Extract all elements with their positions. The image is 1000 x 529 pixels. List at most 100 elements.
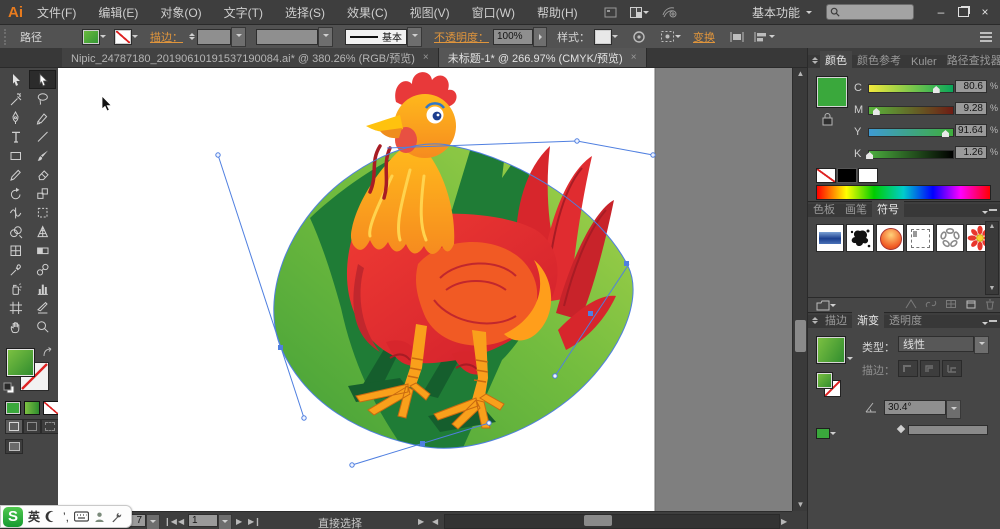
fill-proxy-gradient[interactable] bbox=[6, 348, 35, 377]
restore-button[interactable] bbox=[952, 4, 974, 20]
gradient-stop-swatch[interactable] bbox=[816, 428, 836, 439]
channel-value-field[interactable]: 80.6 bbox=[955, 80, 987, 93]
symbols-scrollbar[interactable]: ▲ ▼ bbox=[985, 221, 999, 295]
sogou-logo[interactable]: S bbox=[3, 506, 23, 527]
perspective-grid-tool[interactable] bbox=[29, 222, 56, 241]
zoom-tool[interactable] bbox=[29, 317, 56, 336]
channel-value-field[interactable]: 91.64 bbox=[955, 124, 987, 137]
rectangle-tool[interactable] bbox=[2, 146, 29, 165]
fill-caret-icon[interactable] bbox=[100, 35, 106, 41]
menu-item-1[interactable]: 编辑(E) bbox=[98, 4, 138, 21]
line-segment-tool[interactable] bbox=[29, 127, 56, 146]
menu-item-7[interactable]: 窗口(W) bbox=[472, 4, 515, 21]
gradient-slider[interactable] bbox=[908, 425, 988, 435]
channel-slider-track[interactable] bbox=[868, 150, 954, 159]
menu-item-5[interactable]: 效果(C) bbox=[347, 4, 388, 21]
symbol-item-gray-wreath[interactable] bbox=[936, 224, 964, 252]
white-swatch[interactable] bbox=[858, 168, 878, 183]
channel-slider-track[interactable] bbox=[868, 106, 954, 115]
bridge-icon[interactable] bbox=[604, 6, 617, 19]
swap-fill-stroke-icon[interactable] bbox=[41, 346, 54, 364]
brush-definition-caret[interactable] bbox=[407, 26, 422, 47]
tab-close-icon[interactable]: × bbox=[423, 52, 429, 63]
gradient-type-select[interactable]: 线性 bbox=[898, 336, 974, 352]
prev-artboard-icon[interactable]: ◀ bbox=[178, 517, 184, 526]
align-horizontal-icon[interactable] bbox=[729, 31, 745, 43]
next-artboard-icon[interactable]: ▶ bbox=[236, 517, 242, 526]
stroke-panel-link[interactable]: 描边： bbox=[150, 29, 183, 45]
gradient-tool[interactable] bbox=[29, 241, 56, 260]
draw-normal-button[interactable] bbox=[5, 419, 23, 434]
symbols-scroll-down-icon[interactable]: ▼ bbox=[986, 284, 998, 294]
channel-value-field[interactable]: 1.26 bbox=[955, 146, 987, 159]
ime-punctuation-toggle[interactable]: ’, bbox=[63, 510, 69, 524]
screen-mode-button[interactable] bbox=[5, 439, 23, 454]
symbols-scroll-up-icon[interactable]: ▲ bbox=[986, 222, 998, 232]
align-options-icon[interactable] bbox=[753, 31, 775, 43]
gradient-panel-tab-0[interactable]: 描边 bbox=[820, 311, 852, 329]
pen-tool[interactable] bbox=[2, 108, 29, 127]
style-swatch[interactable] bbox=[594, 28, 612, 45]
width-profile-field[interactable] bbox=[256, 28, 318, 45]
none-mode-button[interactable] bbox=[43, 401, 59, 415]
ime-user-icon[interactable] bbox=[94, 511, 105, 523]
stroke-within-icon[interactable] bbox=[898, 360, 918, 377]
last-artboard-icon[interactable]: ▶❙ bbox=[248, 517, 261, 526]
gradient-angle-caret[interactable] bbox=[946, 400, 961, 419]
eyedropper-tool[interactable] bbox=[2, 260, 29, 279]
tab-close-icon[interactable]: × bbox=[631, 52, 637, 63]
gradient-preview-swatch[interactable] bbox=[816, 336, 846, 364]
rotate-tool[interactable] bbox=[2, 184, 29, 203]
symbol-item-orange-orb[interactable] bbox=[876, 224, 904, 252]
hscroll-right-icon[interactable]: ▶ bbox=[781, 517, 787, 526]
opacity-link[interactable]: 不透明度： bbox=[434, 29, 489, 45]
free-transform-tool[interactable] bbox=[29, 203, 56, 222]
gradient-angle-field[interactable]: 30.4° bbox=[884, 400, 946, 415]
mesh-tool[interactable] bbox=[2, 241, 29, 260]
magic-wand-tool[interactable] bbox=[2, 89, 29, 108]
new-symbol-icon[interactable] bbox=[965, 299, 977, 312]
minimize-button[interactable]: – bbox=[930, 4, 952, 20]
default-fill-stroke-icon[interactable] bbox=[3, 381, 15, 399]
gradient-preset-caret[interactable] bbox=[847, 357, 853, 363]
pencil-tool[interactable] bbox=[2, 165, 29, 184]
scale-tool[interactable] bbox=[29, 184, 56, 203]
arrange-documents-icon[interactable] bbox=[629, 6, 649, 19]
gradient-panel-tab-1[interactable]: 渐变 bbox=[852, 311, 884, 329]
paintbrush-tool[interactable] bbox=[29, 146, 56, 165]
ime-keyboard-icon[interactable] bbox=[74, 511, 90, 522]
document-tab[interactable]: Nipic_24787180_20190610191537190084.ai* … bbox=[62, 48, 439, 67]
gradient-midpoint-icon[interactable] bbox=[896, 424, 906, 434]
draw-inside-button[interactable] bbox=[41, 419, 59, 434]
brush-definition-field[interactable]: 基本 bbox=[345, 28, 407, 45]
opacity-field[interactable]: 100% bbox=[493, 28, 533, 45]
ime-wrench-icon[interactable] bbox=[110, 511, 122, 523]
symbol-item-dashed-frame[interactable] bbox=[906, 224, 934, 252]
artboard-number-field[interactable]: 1 bbox=[188, 514, 218, 527]
gradient-panel-tab-2[interactable]: 透明度 bbox=[884, 311, 927, 329]
gradient-mode-button[interactable] bbox=[24, 401, 40, 415]
symbols-panel-tab-2[interactable]: 符号 bbox=[872, 200, 904, 218]
document-tab[interactable]: 未标题-1* @ 266.97% (CMYK/预览) × bbox=[438, 48, 647, 67]
menu-item-6[interactable]: 视图(V) bbox=[410, 4, 450, 21]
ime-fullhalf-moon-icon[interactable] bbox=[45, 510, 58, 523]
none-swatch[interactable] bbox=[816, 168, 836, 183]
color-panel-tab-1[interactable]: 颜色参考 bbox=[852, 51, 906, 69]
scroll-down-icon[interactable]: ▼ bbox=[793, 499, 808, 511]
panel-collapse-icon[interactable] bbox=[812, 54, 818, 67]
transform-link[interactable]: 变换 bbox=[693, 29, 715, 45]
gradient-type-caret[interactable] bbox=[974, 336, 989, 354]
collapse-control-bar-icon[interactable] bbox=[980, 31, 992, 42]
symbols-panel-tab-1[interactable]: 画笔 bbox=[840, 200, 872, 218]
symbol-sprayer-tool[interactable] bbox=[2, 279, 29, 298]
color-mode-button[interactable] bbox=[5, 401, 21, 415]
stroke-along-icon[interactable] bbox=[920, 360, 940, 377]
gradient-fill-proxy[interactable] bbox=[816, 372, 833, 389]
select-similar-icon[interactable] bbox=[660, 30, 681, 43]
fill-color-swatch[interactable] bbox=[82, 28, 100, 45]
symbols-panel-tab-0[interactable]: 色板 bbox=[808, 200, 840, 218]
menu-item-0[interactable]: 文件(F) bbox=[37, 4, 76, 21]
style-caret-icon[interactable] bbox=[612, 35, 618, 41]
recolor-artwork-icon[interactable] bbox=[632, 30, 646, 44]
color-spectrum-bar[interactable] bbox=[816, 185, 991, 200]
